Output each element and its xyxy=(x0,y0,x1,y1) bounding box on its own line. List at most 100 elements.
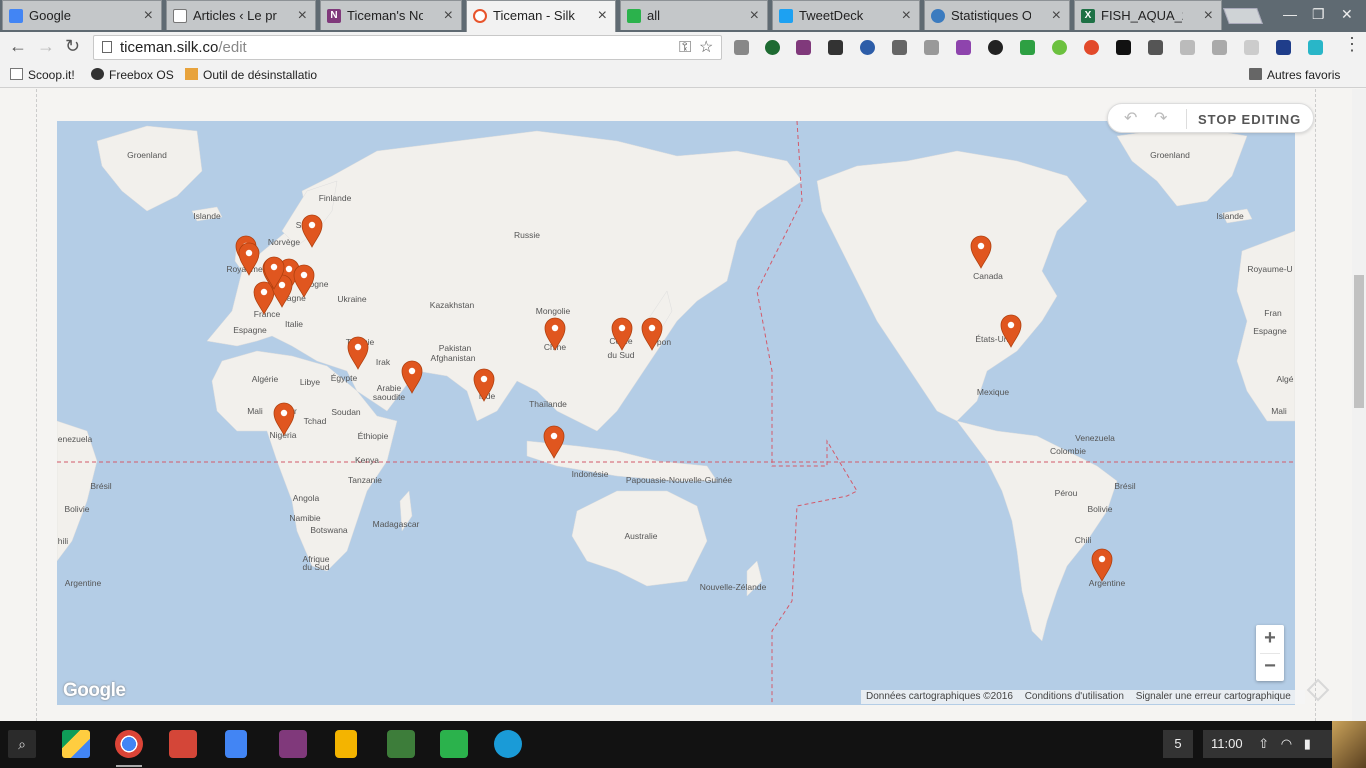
scrollbar-thumb[interactable] xyxy=(1354,275,1364,408)
world-map[interactable]: Groenland Islande Finlande Su Norvège Ru… xyxy=(57,121,1295,705)
zoom-out-button[interactable]: − xyxy=(1256,653,1284,681)
extension-icon[interactable] xyxy=(1084,40,1099,55)
tab-excel[interactable]: X FISH_AQUA_200 × xyxy=(1074,0,1222,30)
map-label: Mali xyxy=(247,406,263,416)
map-label: Groenland xyxy=(127,150,167,160)
onenote-icon[interactable] xyxy=(279,730,307,758)
close-icon[interactable]: × xyxy=(444,1,453,30)
extension-icon[interactable] xyxy=(1116,40,1131,55)
map-label: Argentine xyxy=(65,578,102,588)
map-label: France xyxy=(254,309,281,319)
search-icon[interactable]: ⌕ xyxy=(8,730,36,758)
map-marker-icon[interactable]: Arabie saoudite xyxy=(401,360,423,394)
map-label: Kazakhstan xyxy=(430,300,475,310)
key-icon[interactable]: ⚿ xyxy=(679,36,691,59)
back-icon[interactable]: ← xyxy=(9,36,27,57)
extension-icon[interactable] xyxy=(1180,40,1195,55)
avatar[interactable] xyxy=(1332,721,1366,768)
bookmark-star-icon[interactable]: ☆ xyxy=(699,36,713,59)
stop-editing-button[interactable]: STOP EDITING xyxy=(1198,112,1301,127)
close-icon[interactable]: × xyxy=(598,1,607,31)
map-marker-icon[interactable]: Argentine xyxy=(1091,548,1113,582)
close-icon[interactable]: × xyxy=(750,1,759,30)
extension-icon[interactable] xyxy=(892,40,907,55)
map-label: Ukraine xyxy=(337,294,367,304)
system-tray[interactable]: 11:00 ⇧ ◠ ▮ xyxy=(1203,730,1336,758)
extension-icon[interactable] xyxy=(765,40,780,55)
map-label: Libye xyxy=(300,377,321,387)
minimize-icon[interactable]: — xyxy=(1283,6,1297,22)
map-label: Norvège xyxy=(268,237,300,247)
bookmark-freebox[interactable]: Freebox OS xyxy=(91,68,174,82)
terms-link[interactable]: Conditions d'utilisation xyxy=(1025,691,1124,702)
rss-icon[interactable] xyxy=(1244,40,1259,55)
slides-icon[interactable] xyxy=(335,730,357,758)
close-icon[interactable]: × xyxy=(144,1,153,30)
map-label: Mongolie xyxy=(536,306,571,316)
map-label: Bolivie xyxy=(1087,504,1112,514)
gmail-icon[interactable] xyxy=(169,730,197,758)
extension-icon[interactable] xyxy=(1212,40,1227,55)
new-tab-button[interactable] xyxy=(1223,8,1263,24)
tab-tweetdeck[interactable]: TweetDeck × xyxy=(772,0,920,30)
notification-counter[interactable]: 5 xyxy=(1163,730,1193,758)
forward-icon[interactable]: → xyxy=(37,36,55,57)
extension-icon[interactable] xyxy=(1052,40,1067,55)
menu-icon[interactable]: ⋮ xyxy=(1343,34,1361,55)
extension-icon[interactable] xyxy=(734,40,749,55)
extension-icon[interactable] xyxy=(828,40,843,55)
tab-articles[interactable]: Articles ‹ Le prop × xyxy=(166,0,316,30)
onenote-icon: N xyxy=(327,9,341,23)
silk-icon xyxy=(473,9,487,23)
report-error-link[interactable]: Signaler une erreur cartographique xyxy=(1136,691,1291,702)
close-icon[interactable]: × xyxy=(298,1,307,30)
extension-icon[interactable] xyxy=(1308,40,1323,55)
tab-onenote[interactable]: N Ticeman's Noteb × xyxy=(320,0,462,30)
twitter-icon xyxy=(779,9,793,23)
feedly-icon[interactable] xyxy=(440,730,468,758)
bookmark-outil[interactable]: Outil de désinstallatio xyxy=(185,68,317,82)
camera-icon[interactable] xyxy=(924,40,939,55)
feedly-icon xyxy=(627,9,641,23)
map-label: Indonésie xyxy=(572,469,609,479)
redo-icon[interactable]: ↷ xyxy=(1154,108,1167,128)
extension-icon[interactable] xyxy=(988,40,1003,55)
map-label: Italie xyxy=(285,319,303,329)
map-label: Canada xyxy=(973,271,1003,281)
bookmark-scoopit[interactable]: Scoop.it! xyxy=(10,68,75,82)
tab-silk[interactable]: Ticeman - Silk × xyxy=(466,0,616,32)
clock: 11:00 xyxy=(1211,736,1243,751)
close-icon[interactable]: × xyxy=(1052,1,1061,30)
tab-feedly[interactable]: all × xyxy=(620,0,768,30)
extension-icon[interactable] xyxy=(956,40,971,55)
extension-icon[interactable] xyxy=(1276,40,1291,55)
map-label: Bolivie xyxy=(64,504,89,514)
map-label: Colombie xyxy=(1050,446,1086,456)
close-icon[interactable]: × xyxy=(902,1,911,30)
onenote-icon[interactable] xyxy=(796,40,811,55)
files-icon[interactable] xyxy=(494,730,522,758)
undo-icon[interactable]: ↶ xyxy=(1124,108,1137,128)
extension-icon[interactable] xyxy=(1148,40,1163,55)
map-canvas: Groenland Islande Finlande Su Norvège Ru… xyxy=(57,121,1295,705)
reload-icon[interactable]: ↻ xyxy=(65,36,80,57)
other-bookmarks[interactable]: Autres favoris xyxy=(1249,68,1340,82)
address-bar[interactable]: ticeman.silk.co/edit ⚿ ☆ xyxy=(93,35,722,60)
upload-icon: ⇧ xyxy=(1258,736,1270,751)
map-label: Espagne xyxy=(233,325,267,335)
map-label: Chili xyxy=(1075,535,1092,545)
map-label: Royaume-U xyxy=(1247,264,1292,274)
close-icon[interactable]: × xyxy=(1204,1,1213,30)
keep-icon[interactable] xyxy=(387,730,415,758)
extension-icon[interactable] xyxy=(860,40,875,55)
google-logo[interactable]: Google xyxy=(63,680,126,702)
maximize-icon[interactable]: ❐ xyxy=(1312,6,1325,23)
zoom-in-button[interactable]: + xyxy=(1256,625,1284,653)
close-window-icon[interactable]: ✕ xyxy=(1341,6,1353,23)
extension-icon[interactable] xyxy=(1020,40,1035,55)
docs-icon[interactable] xyxy=(225,730,247,758)
tab-google[interactable]: Google × xyxy=(2,0,162,30)
google-drive-icon[interactable] xyxy=(62,730,90,758)
chrome-icon[interactable] xyxy=(115,730,143,758)
tab-statistiques[interactable]: Statistiques OCD × xyxy=(924,0,1070,30)
